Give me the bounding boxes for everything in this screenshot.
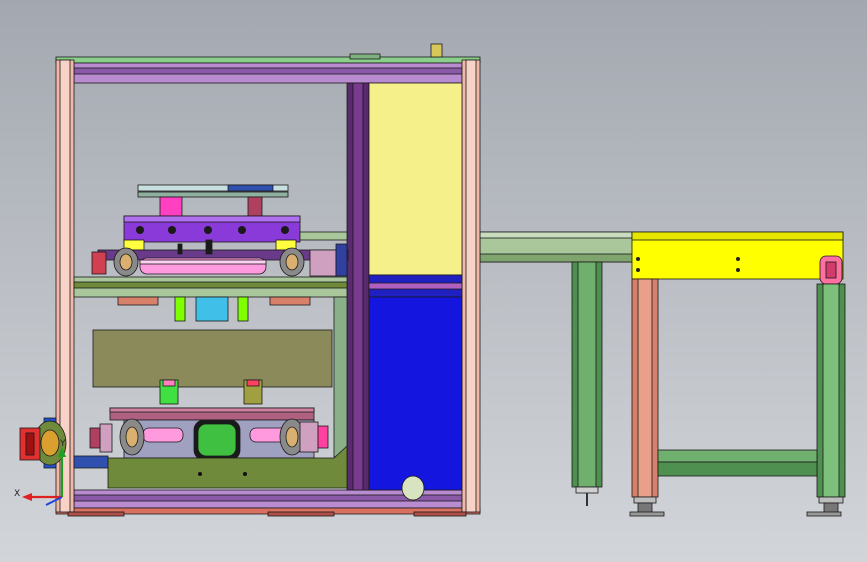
upper-shelf bbox=[73, 276, 348, 322]
output-conveyor bbox=[479, 231, 846, 517]
upper-gripper-assembly bbox=[91, 184, 349, 277]
cabinet-upper-panel bbox=[368, 82, 463, 276]
triad-y-label: Y bbox=[59, 439, 66, 449]
side-support-bar bbox=[333, 296, 348, 458]
khaki-panel bbox=[92, 329, 333, 388]
cabinet-lower-panel bbox=[368, 296, 463, 491]
top-knob bbox=[349, 53, 381, 60]
top-button bbox=[430, 43, 443, 58]
triad-x-label: X bbox=[14, 489, 20, 499]
conveyor-cross-rail bbox=[657, 449, 818, 463]
lower-gripper-assembly bbox=[89, 379, 348, 489]
control-cabinet bbox=[346, 82, 463, 501]
cad-assembly-view: Y X bbox=[14, 43, 846, 517]
cabinet-dome bbox=[401, 475, 425, 501]
